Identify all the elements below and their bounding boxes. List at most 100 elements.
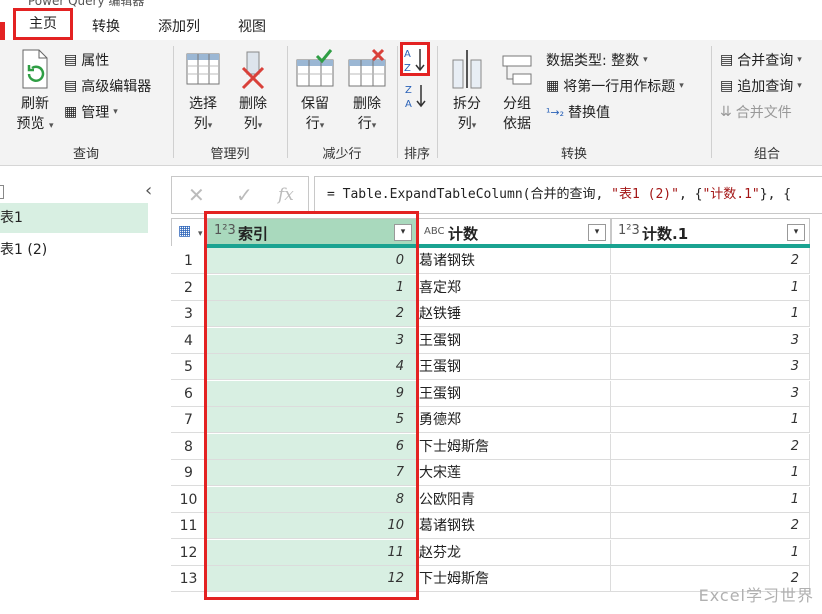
table-row[interactable]: 7 5 勇德郑 1: [171, 407, 822, 433]
fx-icon[interactable]: fx: [278, 185, 294, 205]
merge-queries-button[interactable]: ▤ 合并查询 ▾: [720, 50, 802, 70]
cell-count1[interactable]: 2: [611, 433, 810, 460]
column-header-count[interactable]: ABC 计数 ▾: [417, 218, 611, 246]
cell-count1[interactable]: 1: [611, 539, 810, 566]
cell-index[interactable]: 4: [207, 354, 417, 380]
row-number[interactable]: 10: [171, 486, 207, 513]
query-item[interactable]: 表1 (2): [0, 235, 148, 265]
column-filter-button[interactable]: ▾: [787, 224, 805, 241]
cell-count[interactable]: 喜定郑: [417, 274, 611, 301]
group-by-button[interactable]: 分组 依据: [492, 48, 542, 134]
cell-index[interactable]: 11: [207, 539, 417, 566]
cell-count1[interactable]: 3: [611, 380, 810, 407]
split-column-button[interactable]: 拆分 列▾: [442, 48, 492, 136]
cell-count1[interactable]: 3: [611, 327, 810, 354]
tab-transform[interactable]: 转换: [92, 16, 120, 36]
row-number[interactable]: 8: [171, 433, 207, 460]
cell-index[interactable]: 5: [207, 407, 417, 433]
row-number[interactable]: 13: [171, 566, 207, 592]
cell-index[interactable]: 6: [207, 433, 417, 460]
sort-descending-button[interactable]: Z A: [404, 82, 428, 114]
cell-count1[interactable]: 2: [611, 248, 810, 274]
use-first-row-as-headers-button[interactable]: ▦ 将第一行用作标题 ▾: [546, 76, 684, 96]
cell-index[interactable]: 12: [207, 566, 417, 592]
row-number[interactable]: 6: [171, 380, 207, 407]
table-row[interactable]: 2 1 喜定郑 1: [171, 274, 822, 301]
tab-view[interactable]: 视图: [238, 16, 266, 36]
row-number[interactable]: 2: [171, 274, 207, 301]
properties-button[interactable]: ▤ 属性: [64, 50, 109, 70]
cancel-icon[interactable]: ✕: [188, 183, 205, 207]
row-number[interactable]: 11: [171, 513, 207, 539]
replace-values-button[interactable]: ¹→₂ 替换值: [546, 102, 610, 122]
keep-rows-button[interactable]: 保留 行▾: [290, 48, 340, 136]
row-number[interactable]: 4: [171, 327, 207, 354]
row-number[interactable]: 7: [171, 407, 207, 433]
table-row[interactable]: 5 4 王蛋钢 3: [171, 354, 822, 380]
cell-count[interactable]: 葛诸钢铁: [417, 248, 611, 274]
cell-count[interactable]: 王蛋钢: [417, 354, 611, 380]
cell-index[interactable]: 2: [207, 301, 417, 327]
cell-count[interactable]: 王蛋钢: [417, 380, 611, 407]
cell-count[interactable]: 下士姆斯詹: [417, 566, 611, 592]
cell-count[interactable]: 下士姆斯詹: [417, 433, 611, 460]
column-filter-button[interactable]: ▾: [588, 224, 606, 241]
row-number[interactable]: 12: [171, 539, 207, 566]
table-menu-header[interactable]: ▦ ▾: [171, 218, 207, 246]
table-row[interactable]: 3 2 赵铁锤 1: [171, 301, 822, 327]
refresh-preview-button[interactable]: 刷新 预览 ▾: [10, 48, 60, 136]
cell-index[interactable]: 1: [207, 274, 417, 301]
sort-ascending-button[interactable]: A Z: [400, 42, 430, 76]
cell-count1[interactable]: 1: [611, 486, 810, 513]
table-row[interactable]: 9 7 大宋莲 1: [171, 460, 822, 486]
collapse-pane-icon[interactable]: ‹: [145, 180, 152, 201]
text-type-icon[interactable]: ABC: [424, 226, 445, 237]
cell-index[interactable]: 10: [207, 513, 417, 539]
query-item[interactable]: 表1: [0, 203, 148, 233]
manage-button[interactable]: ▦ 管理 ▾: [64, 102, 118, 122]
cell-index[interactable]: 9: [207, 380, 417, 407]
file-tab-edge[interactable]: [0, 22, 5, 42]
cell-count[interactable]: 大宋莲: [417, 460, 611, 486]
table-row[interactable]: 6 9 王蛋钢 3: [171, 380, 822, 407]
table-row[interactable]: 10 8 公欧阳青 1: [171, 486, 822, 513]
cell-count[interactable]: 勇德郑: [417, 407, 611, 433]
cell-count1[interactable]: 3: [611, 354, 810, 380]
append-queries-button[interactable]: ▤ 追加查询 ▾: [720, 76, 802, 96]
cell-count1[interactable]: 1: [611, 274, 810, 301]
data-type-dropdown[interactable]: 数据类型: 整数 ▾: [546, 50, 648, 70]
cell-index[interactable]: 0: [207, 248, 417, 274]
cell-count[interactable]: 葛诸钢铁: [417, 513, 611, 539]
cell-index[interactable]: 7: [207, 460, 417, 486]
cell-count[interactable]: 赵铁锤: [417, 301, 611, 327]
cell-count1[interactable]: 1: [611, 301, 810, 327]
check-icon[interactable]: ✓: [236, 183, 253, 207]
tab-add-column[interactable]: 添加列: [158, 16, 200, 36]
table-row[interactable]: 4 3 王蛋钢 3: [171, 327, 822, 354]
cell-count[interactable]: 公欧阳青: [417, 486, 611, 513]
cell-count1[interactable]: 1: [611, 407, 810, 433]
column-header-count1[interactable]: 1²3 计数.1 ▾: [611, 218, 810, 246]
table-row[interactable]: 11 10 葛诸钢铁 2: [171, 513, 822, 539]
row-number[interactable]: 3: [171, 301, 207, 327]
choose-columns-button[interactable]: 选择 列▾: [178, 48, 228, 136]
cell-count1[interactable]: 2: [611, 513, 810, 539]
row-number[interactable]: 1: [171, 248, 207, 274]
cell-count[interactable]: 王蛋钢: [417, 327, 611, 354]
column-header-index[interactable]: 1²3 索引 ▾: [207, 218, 417, 246]
cell-count1[interactable]: 1: [611, 460, 810, 486]
advanced-editor-button[interactable]: ▤ 高级编辑器: [64, 76, 151, 96]
column-filter-button[interactable]: ▾: [394, 224, 412, 241]
row-number[interactable]: 9: [171, 460, 207, 486]
table-row[interactable]: 1 0 葛诸钢铁 2: [171, 248, 822, 274]
row-number[interactable]: 5: [171, 354, 207, 380]
table-row[interactable]: 8 6 下士姆斯詹 2: [171, 433, 822, 460]
remove-columns-button[interactable]: 删除 列▾: [228, 48, 278, 136]
tab-home[interactable]: 主页: [13, 8, 73, 40]
cell-count[interactable]: 赵芬龙: [417, 539, 611, 566]
integer-type-icon[interactable]: 1²3: [214, 223, 236, 238]
cell-index[interactable]: 8: [207, 486, 417, 513]
formula-input[interactable]: = Table.ExpandTableColumn(合并的查询, "表1 (2)…: [314, 176, 822, 214]
table-row[interactable]: 12 11 赵芬龙 1: [171, 539, 822, 566]
integer-type-icon[interactable]: 1²3: [618, 223, 640, 238]
